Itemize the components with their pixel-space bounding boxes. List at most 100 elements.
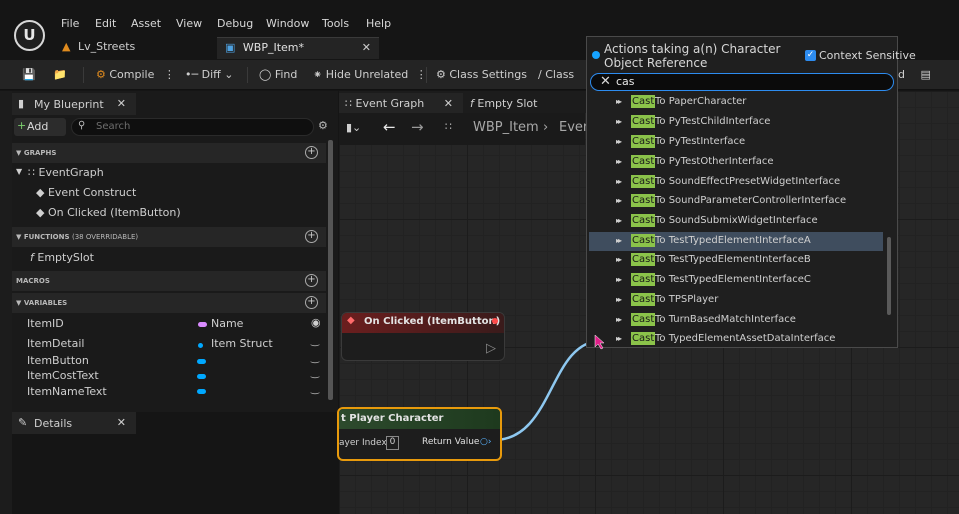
unreal-logo-icon[interactable]: U <box>14 20 45 51</box>
get-player-character-node[interactable]: t Player Character ayer Index 0 Return V… <box>337 407 502 461</box>
eye-icon[interactable]: ◉ <box>311 316 321 329</box>
tab-my-blueprint[interactable]: ▮ My Blueprint ✕ <box>12 93 136 115</box>
player-index-input[interactable]: 0 <box>386 436 399 450</box>
more-options-icon[interactable]: ⋮ <box>164 68 175 81</box>
toolbar-divider <box>426 67 427 83</box>
settings-gear-icon[interactable]: ⚙ <box>318 119 328 132</box>
context-menu-item-label: To SoundParameterControllerInterface <box>655 195 847 206</box>
context-menu-item-selected[interactable]: ▸▸ Cast To TestTypedElementInterfaceA <box>589 232 883 251</box>
context-menu-item[interactable]: ▸▸ Cast To PyTestChildInterface <box>589 113 883 132</box>
tab-level[interactable]: ▲ Lv_Streets <box>62 37 214 59</box>
context-menu-item[interactable]: ▸▸ Cast To PyTestInterface <box>589 133 883 152</box>
delegate-pin-icon[interactable] <box>492 318 498 324</box>
closed-eye-icon[interactable]: ‿ <box>311 336 319 347</box>
class-defaults-icon: ∕ <box>538 68 542 81</box>
tab-my-blueprint-label: My Blueprint <box>34 98 104 111</box>
menu-asset[interactable]: Asset <box>131 17 161 30</box>
browse-icon[interactable]: 📁 <box>53 68 67 81</box>
context-menu-item-label: To TestTypedElementInterfaceC <box>655 274 811 285</box>
close-icon[interactable]: ✕ <box>117 97 126 110</box>
cast-node-icon: ▸▸ <box>616 117 622 126</box>
diff-label: Diff <box>201 68 221 81</box>
add-macro-icon[interactable]: + <box>305 274 318 287</box>
variable-type-pill <box>197 389 206 394</box>
diff-button[interactable]: •─ Diff ⌄ <box>185 68 233 81</box>
variable-type[interactable]: Item Struct <box>211 337 273 350</box>
context-sensitive-checkbox[interactable]: ✓ <box>805 50 816 61</box>
book-icon: ▮ <box>18 97 25 110</box>
event-item[interactable]: ◆ Event Construct <box>36 186 136 199</box>
action-search-input[interactable]: ✕ cas <box>590 73 894 91</box>
context-menu-item-label: To PaperCharacter <box>655 96 747 107</box>
menu-debug[interactable]: Debug <box>217 17 253 30</box>
context-menu-item-label: To TPSPlayer <box>655 294 719 305</box>
variable-type[interactable]: Name <box>211 317 243 330</box>
context-menu-item-label: To PyTestOtherInterface <box>655 156 774 167</box>
context-menu-item[interactable]: ▸▸ Cast To SoundParameterControllerInter… <box>589 192 883 211</box>
add-function-icon[interactable]: + <box>305 230 318 243</box>
find-button[interactable]: ◯ Find <box>259 68 297 81</box>
hide-unrelated-label: Hide Unrelated <box>325 68 409 81</box>
add-graph-icon[interactable]: + <box>305 146 318 159</box>
menu-tools[interactable]: Tools <box>322 17 349 30</box>
class-settings-button[interactable]: ⚙ Class Settings <box>436 68 527 81</box>
save-icon[interactable]: 💾 <box>22 68 36 81</box>
my-blueprint-scrollbar[interactable] <box>328 140 333 400</box>
variable-name[interactable]: ItemButton <box>27 354 89 367</box>
variable-name[interactable]: ItemID <box>27 317 64 330</box>
cast-node-icon: ▸▸ <box>616 196 622 205</box>
object-pin-icon[interactable]: ○› <box>480 437 491 447</box>
context-menu-scrollbar[interactable] <box>887 237 891 315</box>
variable-name[interactable]: ItemCostText <box>27 369 99 382</box>
cast-node-icon: ▸▸ <box>616 255 622 264</box>
expand-arrow-icon[interactable]: ▼ <box>16 167 22 176</box>
closed-eye-icon[interactable]: ‿ <box>311 353 319 364</box>
blueprint-search-input[interactable]: ⚲ Search <box>71 118 314 136</box>
tab-widget-blueprint[interactable]: ▣ WBP_Item* ✕ <box>217 37 379 59</box>
section-graphs[interactable]: ▼ GRAPHS + <box>12 143 326 163</box>
class-defaults-button[interactable]: ∕ Class <box>538 68 574 81</box>
context-menu-item-label: To TurnBasedMatchInterface <box>655 314 796 325</box>
menu-help[interactable]: Help <box>366 17 391 30</box>
closed-eye-icon[interactable]: ‿ <box>311 384 319 395</box>
section-variables[interactable]: ▼ VARIABLES + <box>12 293 326 313</box>
close-icon[interactable]: ✕ <box>117 416 126 429</box>
closed-eye-icon[interactable]: ‿ <box>311 368 319 379</box>
context-menu-item[interactable]: ▸▸ Cast To TPSPlayer <box>589 291 883 310</box>
tab-details[interactable]: ✎ Details ✕ <box>12 412 136 434</box>
context-menu-item[interactable]: ▸▸ Cast To TestTypedElementInterfaceB <box>589 251 883 270</box>
search-match-highlight: Cast <box>631 273 656 286</box>
context-menu-item[interactable]: ▸▸ Cast To PyTestOtherInterface <box>589 153 883 172</box>
designer-mode-button[interactable]: d ▤ <box>898 68 931 81</box>
clear-search-icon[interactable]: ✕ <box>600 74 611 89</box>
event-graph-item[interactable]: ∷ EventGraph <box>28 166 104 179</box>
compile-button[interactable]: ⚙ Compile ⋮ <box>96 68 175 81</box>
section-macros[interactable]: MACROS + <box>12 271 326 291</box>
menu-window[interactable]: Window <box>266 17 309 30</box>
exec-pin-icon[interactable]: ▷ <box>486 341 496 356</box>
search-match-highlight: Cast <box>631 194 656 207</box>
section-functions[interactable]: ▼ FUNCTIONS (38 OVERRIDABLE) + <box>12 227 326 247</box>
context-menu-item[interactable]: ▸▸ Cast To SoundEffectPresetWidgetInterf… <box>589 173 883 192</box>
search-match-highlight: Cast <box>631 135 656 148</box>
close-icon[interactable]: ✕ <box>362 41 371 54</box>
add-variable-icon[interactable]: + <box>305 296 318 309</box>
variable-name[interactable]: ItemDetail <box>27 337 84 350</box>
hide-unrelated-button[interactable]: ⁕ Hide Unrelated ⋮ <box>313 68 427 81</box>
return-value-label: Return Value <box>422 437 480 447</box>
event-item[interactable]: ◆ On Clicked (ItemButton) <box>36 206 181 219</box>
menu-edit[interactable]: Edit <box>95 17 116 30</box>
context-menu-item[interactable]: ▸▸ Cast To TypedElementAssetDataInterfac… <box>589 330 883 347</box>
menu-file[interactable]: File <box>61 17 79 30</box>
context-menu-item[interactable]: ▸▸ Cast To PaperCharacter <box>589 93 883 112</box>
context-menu-item[interactable]: ▸▸ Cast To SoundSubmixWidgetInterface <box>589 212 883 231</box>
graph-mode-icon[interactable]: ▤ <box>920 68 930 81</box>
mouse-cursor-icon <box>594 334 605 350</box>
variable-name[interactable]: ItemNameText <box>27 385 107 398</box>
context-menu-item[interactable]: ▸▸ Cast To TestTypedElementInterfaceC <box>589 271 883 290</box>
on-clicked-event-node[interactable]: ◆ On Clicked (ItemButton) ▷ <box>341 312 505 361</box>
add-button[interactable]: + Add <box>14 118 66 136</box>
menu-view[interactable]: View <box>176 17 202 30</box>
context-menu-item[interactable]: ▸▸ Cast To TurnBasedMatchInterface <box>589 311 883 330</box>
function-item[interactable]: f EmptySlot <box>30 251 94 264</box>
